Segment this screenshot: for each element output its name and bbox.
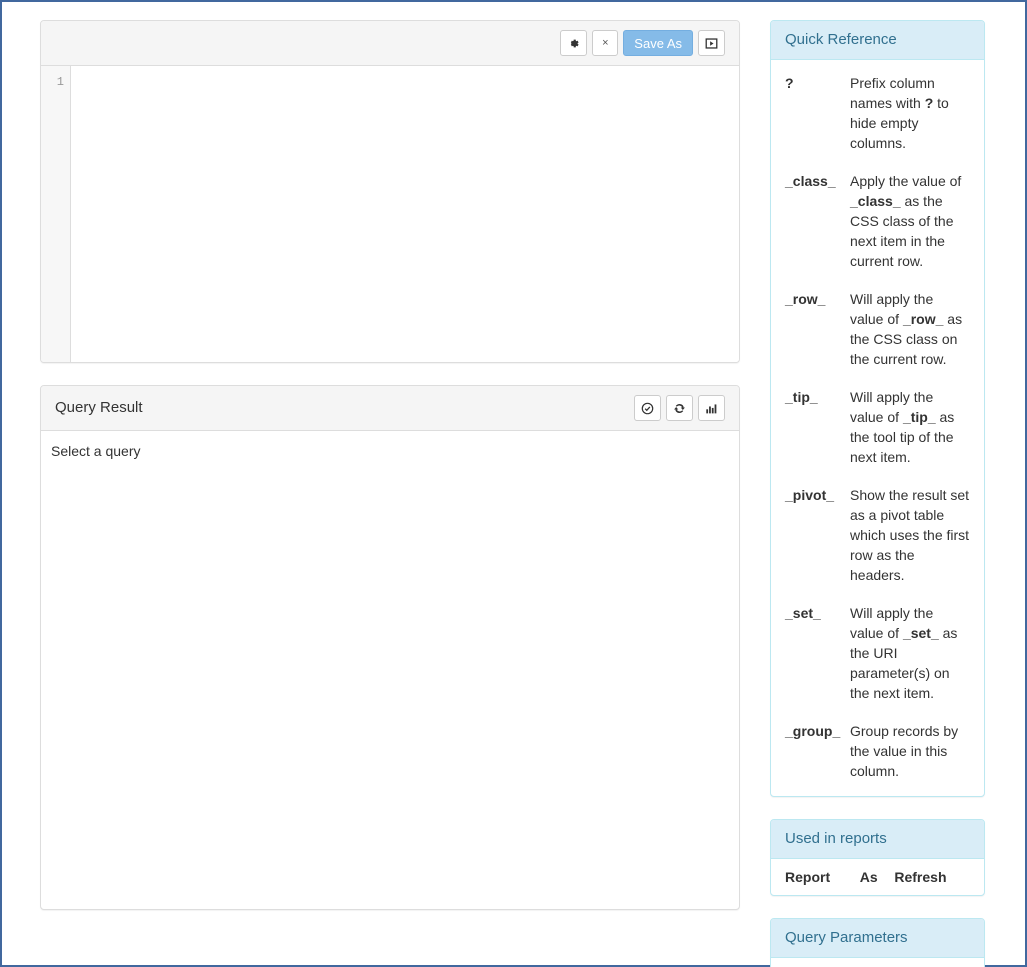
- line-number: 1: [56, 75, 64, 89]
- quick-reference-term: _row_: [785, 291, 826, 307]
- quick-reference-item: _group_ Group records by the value in thi…: [785, 721, 970, 781]
- reports-header-row: Report As Refresh: [785, 861, 970, 893]
- save-as-button[interactable]: Save As: [623, 30, 693, 56]
- check-circle-icon: [641, 402, 654, 415]
- code-editor[interactable]: 1: [41, 66, 739, 362]
- close-icon: ×: [602, 36, 609, 49]
- settings-button[interactable]: [560, 30, 588, 56]
- refresh-button[interactable]: [666, 395, 693, 421]
- quick-reference-body: ? Prefix column names with ? to hide empt…: [771, 60, 984, 796]
- used-in-reports-panel: Used in reports Report As Refresh: [770, 819, 985, 896]
- query-result-toolbar: [634, 395, 725, 421]
- query-result-header: Query Result: [41, 386, 739, 431]
- quick-reference-item: _set_ Will apply the value of _set_ as th…: [785, 603, 970, 703]
- quick-reference-term: _class_: [785, 173, 836, 189]
- quick-reference-item: _class_ Apply the value of _class_ as the…: [785, 171, 970, 271]
- quick-reference-title: Quick Reference: [785, 31, 897, 48]
- used-in-reports-header: Used in reports: [771, 820, 984, 859]
- sidebar-column: Quick Reference ? Prefix column names wit…: [770, 20, 985, 967]
- app-page: × Save As 1 Query Result Select a query …: [0, 0, 1027, 967]
- quick-reference-description: Will apply the value of _set_ as the URI…: [850, 605, 958, 701]
- quick-reference-item: _row_ Will apply the value of _row_ as th…: [785, 289, 970, 369]
- bar-chart-icon: [705, 402, 718, 415]
- chart-view-button[interactable]: [698, 395, 725, 421]
- query-parameters-title: Query Parameters: [785, 929, 908, 946]
- quick-reference-term: _group_: [785, 723, 841, 739]
- run-in-window-icon: [705, 37, 718, 50]
- refresh-icon: [673, 402, 686, 415]
- validate-button[interactable]: [634, 395, 661, 421]
- editor-toolbar: × Save As: [41, 21, 739, 66]
- used-in-reports-body: Report As Refresh: [771, 859, 984, 895]
- quick-reference-header: Quick Reference: [771, 21, 984, 60]
- quick-reference-term: ?: [785, 75, 794, 91]
- query-editor-panel: × Save As 1: [40, 20, 740, 363]
- reports-table-head: Report As Refresh: [785, 861, 970, 893]
- query-result-panel: Query Result Select a query: [40, 385, 740, 910]
- run-query-button[interactable]: [698, 30, 725, 56]
- sql-code-input[interactable]: [71, 66, 739, 362]
- reports-table: Report As Refresh: [785, 861, 970, 893]
- reports-col-as: As: [859, 869, 878, 885]
- quick-reference-description: Apply the value of _class_ as the CSS cl…: [850, 173, 962, 269]
- used-in-reports-title: Used in reports: [785, 830, 887, 847]
- quick-reference-item: ? Prefix column names with ? to hide empt…: [785, 73, 970, 153]
- quick-reference-description: Show the result set as a pivot table whi…: [850, 487, 970, 583]
- query-parameters-header: Query Parameters: [771, 919, 984, 958]
- quick-reference-item: _pivot_ Show the result set as a pivot ta…: [785, 485, 970, 585]
- query-parameters-panel: Query Parameters: [770, 918, 985, 967]
- quick-reference-panel: Quick Reference ? Prefix column names wit…: [770, 20, 985, 797]
- quick-reference-list: ? Prefix column names with ? to hide empt…: [785, 73, 970, 781]
- clear-button[interactable]: ×: [592, 30, 619, 56]
- query-result-body: Select a query: [51, 443, 141, 459]
- editor-column: × Save As 1 Query Result Select a query: [40, 20, 740, 967]
- editor-gutter: 1: [41, 66, 71, 362]
- quick-reference-term: _set_: [785, 605, 821, 621]
- quick-reference-description: Will apply the value of _tip_ as the too…: [850, 389, 955, 465]
- quick-reference-description: Will apply the value of _row_ as the CSS…: [850, 291, 963, 367]
- quick-reference-description: Prefix column names with ? to hide empty…: [850, 75, 949, 151]
- quick-reference-term: _pivot_: [785, 487, 835, 503]
- editor-toolbar-buttons: × Save As: [560, 30, 725, 56]
- main-layout: × Save As 1 Query Result Select a query …: [2, 2, 1025, 967]
- query-parameters-body: [771, 958, 984, 967]
- gear-icon: [567, 37, 580, 50]
- reports-col-report: Report: [785, 869, 831, 885]
- reports-col-refresh: Refresh: [894, 869, 947, 885]
- quick-reference-description: Group records by the value in this colum…: [850, 723, 959, 779]
- query-result-title: Query Result: [55, 399, 143, 416]
- quick-reference-item: _tip_ Will apply the value of _tip_ as th…: [785, 387, 970, 467]
- quick-reference-term: _tip_: [785, 389, 818, 405]
